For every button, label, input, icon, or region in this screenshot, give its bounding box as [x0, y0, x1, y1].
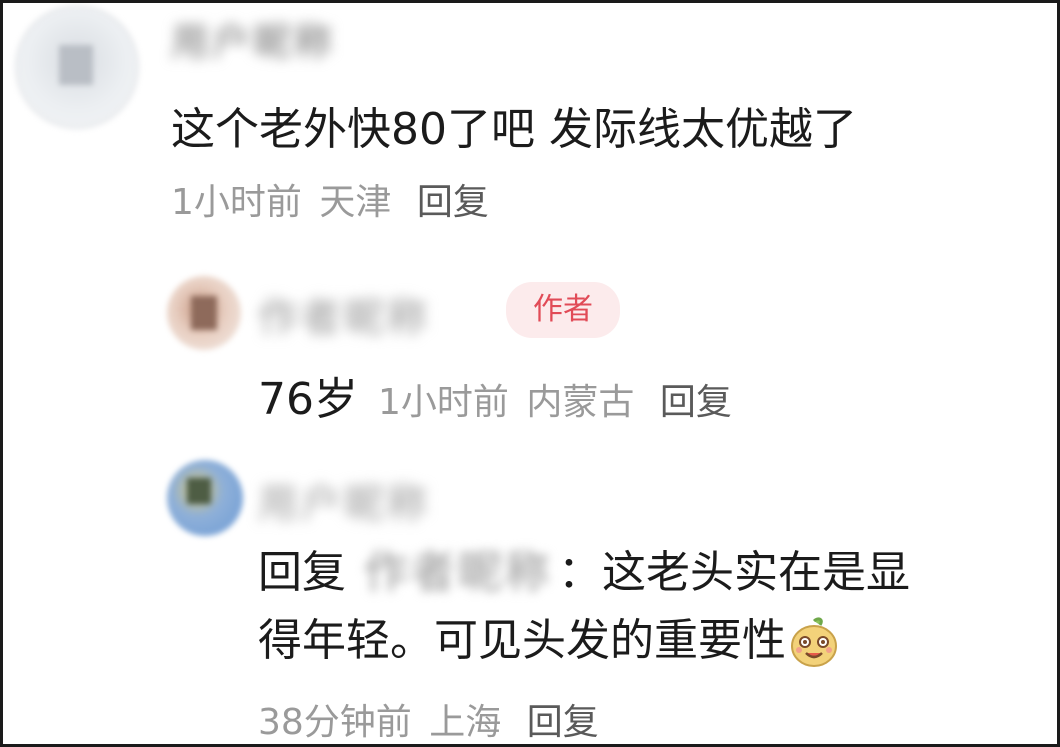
- reply-button[interactable]: 回复: [527, 702, 599, 743]
- timestamp: 1小时前: [378, 382, 509, 423]
- comment-meta: 1小时前 天津 回复: [171, 173, 489, 225]
- comment-text: 这个老外快80了吧 发际线太优越了: [171, 104, 857, 155]
- avatar[interactable]: [167, 276, 241, 350]
- location: 上海: [429, 702, 502, 743]
- reply-button[interactable]: 回复: [660, 382, 732, 423]
- smile-sticker-icon: [791, 617, 837, 667]
- comment-meta: 38分钟前 上海 回复: [258, 693, 599, 744]
- author-badge: 作者: [506, 282, 620, 338]
- comment-body-line-2: 得年轻。可见头发的重要性: [258, 615, 786, 666]
- username[interactable]: 作者昵称: [258, 285, 430, 343]
- username[interactable]: 用户昵称: [171, 11, 335, 66]
- reply-button[interactable]: 回复: [417, 182, 489, 223]
- comment-text: 76岁 1小时前 内蒙古 回复: [258, 363, 732, 427]
- timestamp: 38分钟前: [258, 702, 412, 743]
- location: 内蒙古: [526, 382, 635, 423]
- timestamp: 1小时前: [171, 182, 302, 223]
- comment-body: 76岁: [258, 374, 358, 425]
- avatar[interactable]: [167, 460, 243, 536]
- mentioned-username[interactable]: 作者昵称: [364, 543, 552, 603]
- reply-prefix: 回复: [258, 547, 346, 598]
- comment-body-line-1: 这老头实在是显: [602, 547, 910, 598]
- username[interactable]: 用户昵称: [258, 471, 430, 529]
- avatar[interactable]: [15, 5, 139, 129]
- colon: ：: [558, 547, 602, 598]
- comment-thread: 用户昵称 这个老外快80了吧 发际线太优越了 1小时前 天津 回复 作者昵称 作…: [0, 0, 1060, 747]
- location: 天津: [319, 182, 392, 223]
- comment-line-1: 回复 作者昵称 ：这老头实在是显: [258, 543, 910, 603]
- comment-text: 回复 作者昵称 ：这老头实在是显 得年轻。可见头发的重要性: [258, 543, 910, 671]
- comment-line-2: 得年轻。可见头发的重要性: [258, 611, 910, 671]
